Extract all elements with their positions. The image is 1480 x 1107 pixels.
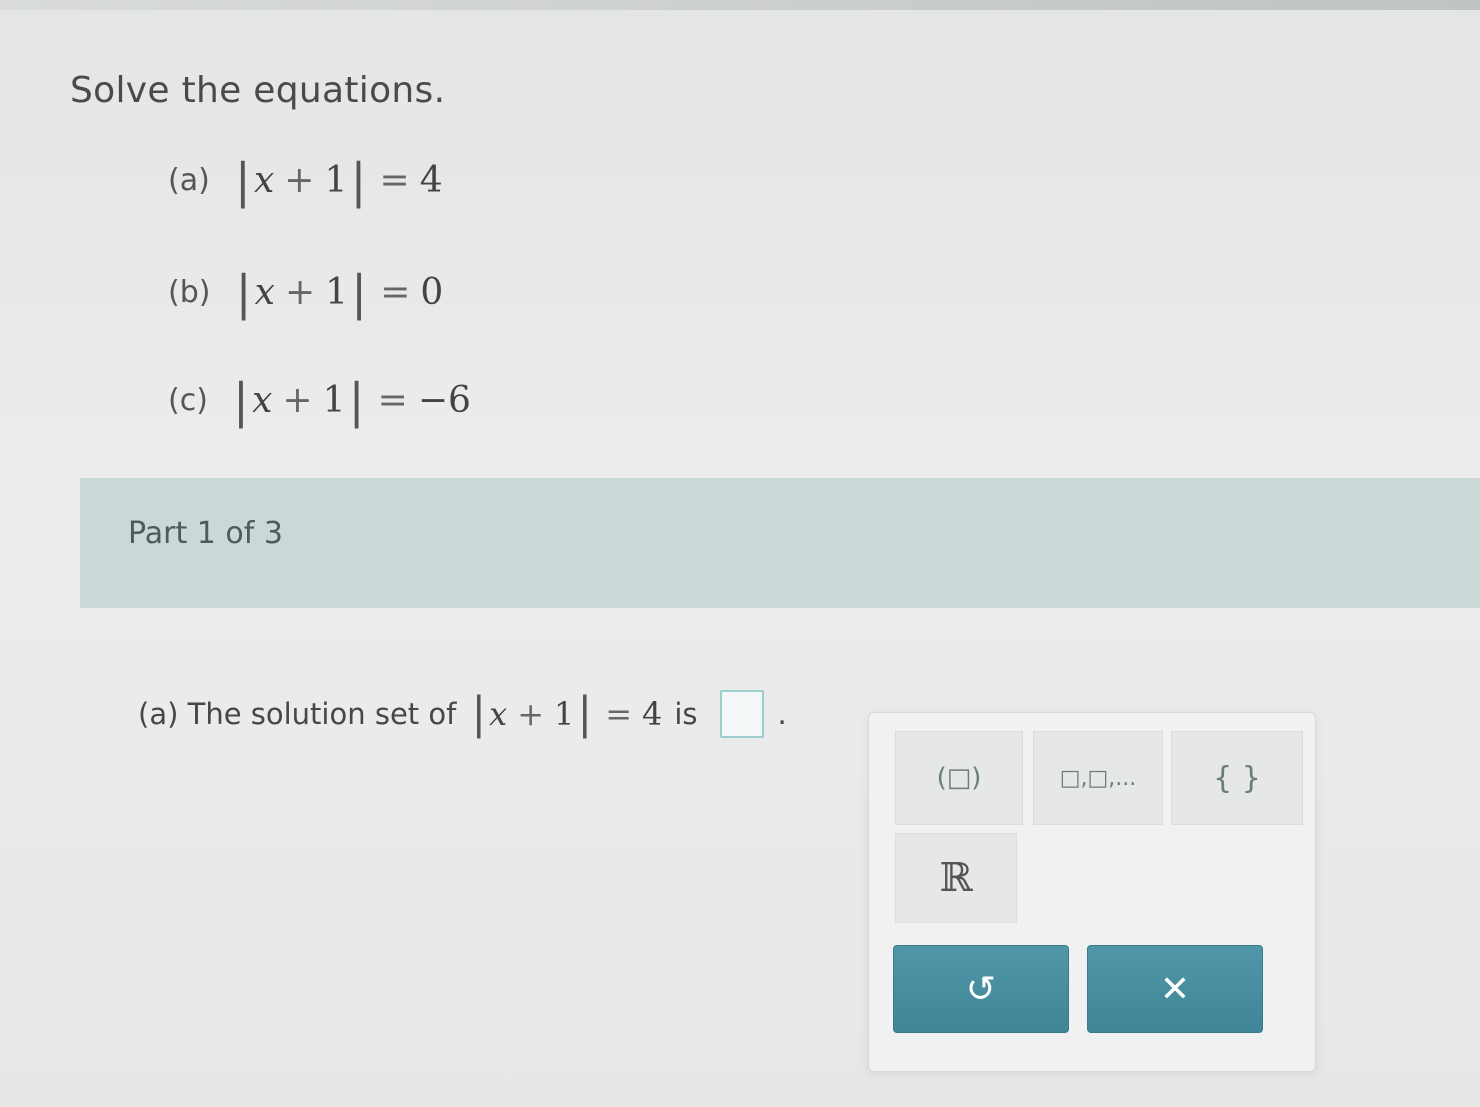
list-key[interactable]: □,□,... xyxy=(1033,731,1163,825)
instruction-text: Solve the equations. xyxy=(70,70,446,111)
math-keypad: (□) □,□,... { } ℝ ↺ ✕ xyxy=(868,712,1316,1072)
problem-label: (a) xyxy=(168,163,210,198)
problem-b: (b) | x +1 | = 0 xyxy=(168,264,444,321)
question-equation: | x +1 | = 4 xyxy=(471,688,663,739)
interval-key[interactable]: (□) xyxy=(895,731,1023,825)
part-label: Part 1 of 3 xyxy=(128,516,283,551)
set-braces-key[interactable]: { } xyxy=(1171,731,1303,825)
close-icon: ✕ xyxy=(1159,968,1191,1010)
problem-label: (b) xyxy=(168,275,211,310)
real-numbers-key[interactable]: ℝ xyxy=(895,833,1017,923)
question-suffix: is xyxy=(674,697,698,731)
problem-label: (c) xyxy=(168,383,208,418)
equation: | x +1 | = −6 xyxy=(232,372,471,429)
answer-input-box[interactable] xyxy=(719,690,764,738)
question-prefix: (a) The solution set of xyxy=(138,697,457,731)
equation: | x +1 | = 0 xyxy=(235,264,444,321)
top-edge xyxy=(0,0,1480,10)
problem-c: (c) | x +1 | = −6 xyxy=(168,372,471,429)
clear-button[interactable]: ✕ xyxy=(1087,945,1263,1033)
problem-a: (a) | x +1 | = 4 xyxy=(168,152,443,209)
sub-question: (a) The solution set of | x +1 | = 4 is . xyxy=(138,690,787,738)
period: . xyxy=(777,697,787,731)
undo-icon: ↺ xyxy=(965,968,997,1010)
undo-button[interactable]: ↺ xyxy=(893,945,1069,1033)
equation: | x +1 | = 4 xyxy=(234,152,443,209)
part-header-bar xyxy=(80,478,1480,608)
